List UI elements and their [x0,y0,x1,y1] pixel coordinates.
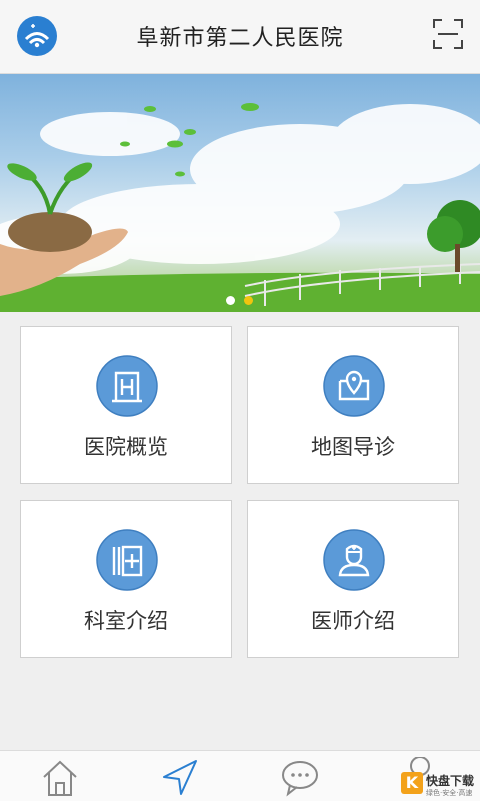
tile-department-intro[interactable]: 科室介绍 [20,500,232,658]
carousel-indicator [224,296,264,308]
page-title: 阜新市第二人民医院 [136,26,344,51]
home-icon[interactable] [40,757,80,797]
qr-scan-icon[interactable] [433,19,463,49]
watermark-name: 快盘下载 [425,773,474,788]
watermark-badge: K [400,772,423,794]
app-header: 阜新市第二人民医院 [0,0,480,74]
navigation-arrow-icon[interactable] [160,757,200,797]
watermark-logo: K 快盘下载 绿色·安全·高速 [400,770,474,797]
hospital-building-icon [96,355,158,417]
department-icon [96,529,158,591]
map-location-icon [323,355,385,417]
banner-image [0,103,480,312]
doctor-icon [323,529,385,591]
tile-label: 医师介绍 [311,609,395,633]
tile-label: 医院概览 [84,435,168,459]
tile-label: 科室介绍 [84,609,168,633]
tile-map-guide[interactable]: 地图导诊 [247,326,459,484]
carousel-dot-2-active[interactable] [244,296,253,305]
carousel-dot-1[interactable] [226,296,235,305]
watermark-slogan: 绿色·安全·高速 [425,788,473,797]
chat-bubble-icon[interactable] [280,757,320,797]
promo-banner[interactable] [0,74,480,312]
tile-doctor-intro[interactable]: 医师介绍 [247,500,459,658]
tile-label: 地图导诊 [311,435,395,459]
tile-hospital-overview[interactable]: 医院概览 [20,326,232,484]
